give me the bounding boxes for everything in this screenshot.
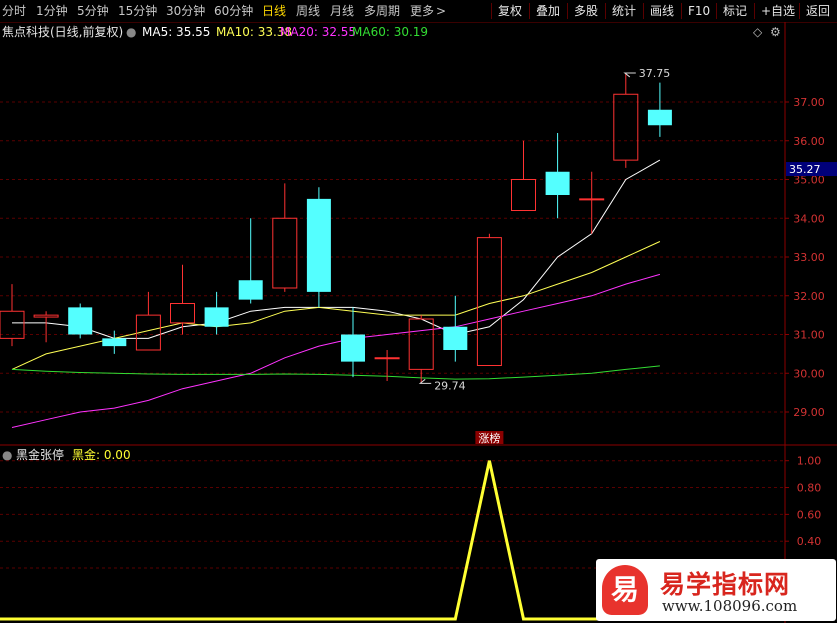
logo-mark-icon: 易	[602, 565, 648, 615]
candle-body-down	[341, 334, 365, 362]
logo-url: www.108096.com	[662, 597, 798, 615]
candle-body-up	[272, 217, 298, 289]
y-tick-label: 34.00	[793, 212, 825, 225]
candle-body-down	[68, 307, 93, 335]
candle-body-up	[33, 314, 59, 318]
candle-body-down	[647, 109, 672, 126]
high-annotation: 37.75	[639, 67, 671, 80]
candle-body-down	[443, 326, 468, 350]
candle-body-up	[374, 357, 400, 360]
y-tick-label: 32.00	[793, 290, 825, 303]
logo-title: 易学指标网	[660, 570, 791, 599]
y-tick-label: 30.00	[793, 367, 825, 380]
y-tick-label: 37.00	[793, 96, 825, 109]
y-tick-label: 31.00	[793, 329, 825, 342]
candle-body-down	[545, 171, 570, 195]
candle-body-up	[170, 303, 195, 324]
candle-body-up	[579, 198, 605, 201]
low-marker	[418, 378, 432, 384]
ma-line-ma10	[11, 241, 661, 370]
candle-body-up	[613, 93, 639, 161]
ma-line-ma60	[11, 365, 660, 380]
low-annotation: 29.74	[434, 379, 466, 392]
candle-body-down	[306, 198, 331, 292]
y-tick-label: 29.00	[793, 406, 825, 419]
candle-body-down	[204, 307, 229, 327]
kline-chart[interactable]: 37.0036.0035.0034.0033.0032.0031.0030.00…	[0, 0, 837, 623]
candle-body-up	[511, 179, 536, 211]
ma-line-ma20	[11, 273, 661, 428]
sub-y-tick-label: 1.00	[797, 455, 822, 468]
current-price-label: 35.27	[789, 163, 821, 176]
candle-body-down	[102, 338, 127, 347]
y-tick-label: 36.00	[793, 135, 825, 148]
candle-body-up	[408, 318, 434, 370]
sub-y-tick-label: 0.60	[797, 508, 822, 521]
high-marker	[623, 72, 636, 78]
sub-y-tick-label: 0.80	[797, 482, 822, 495]
candle-body-down	[238, 280, 263, 300]
event-tag: 涨榜	[478, 431, 500, 445]
watermark-logo: 易 易学指标网 www.108096.com	[596, 559, 836, 621]
y-tick-label: 33.00	[793, 251, 825, 264]
sub-y-tick-label: 0.40	[797, 535, 822, 548]
